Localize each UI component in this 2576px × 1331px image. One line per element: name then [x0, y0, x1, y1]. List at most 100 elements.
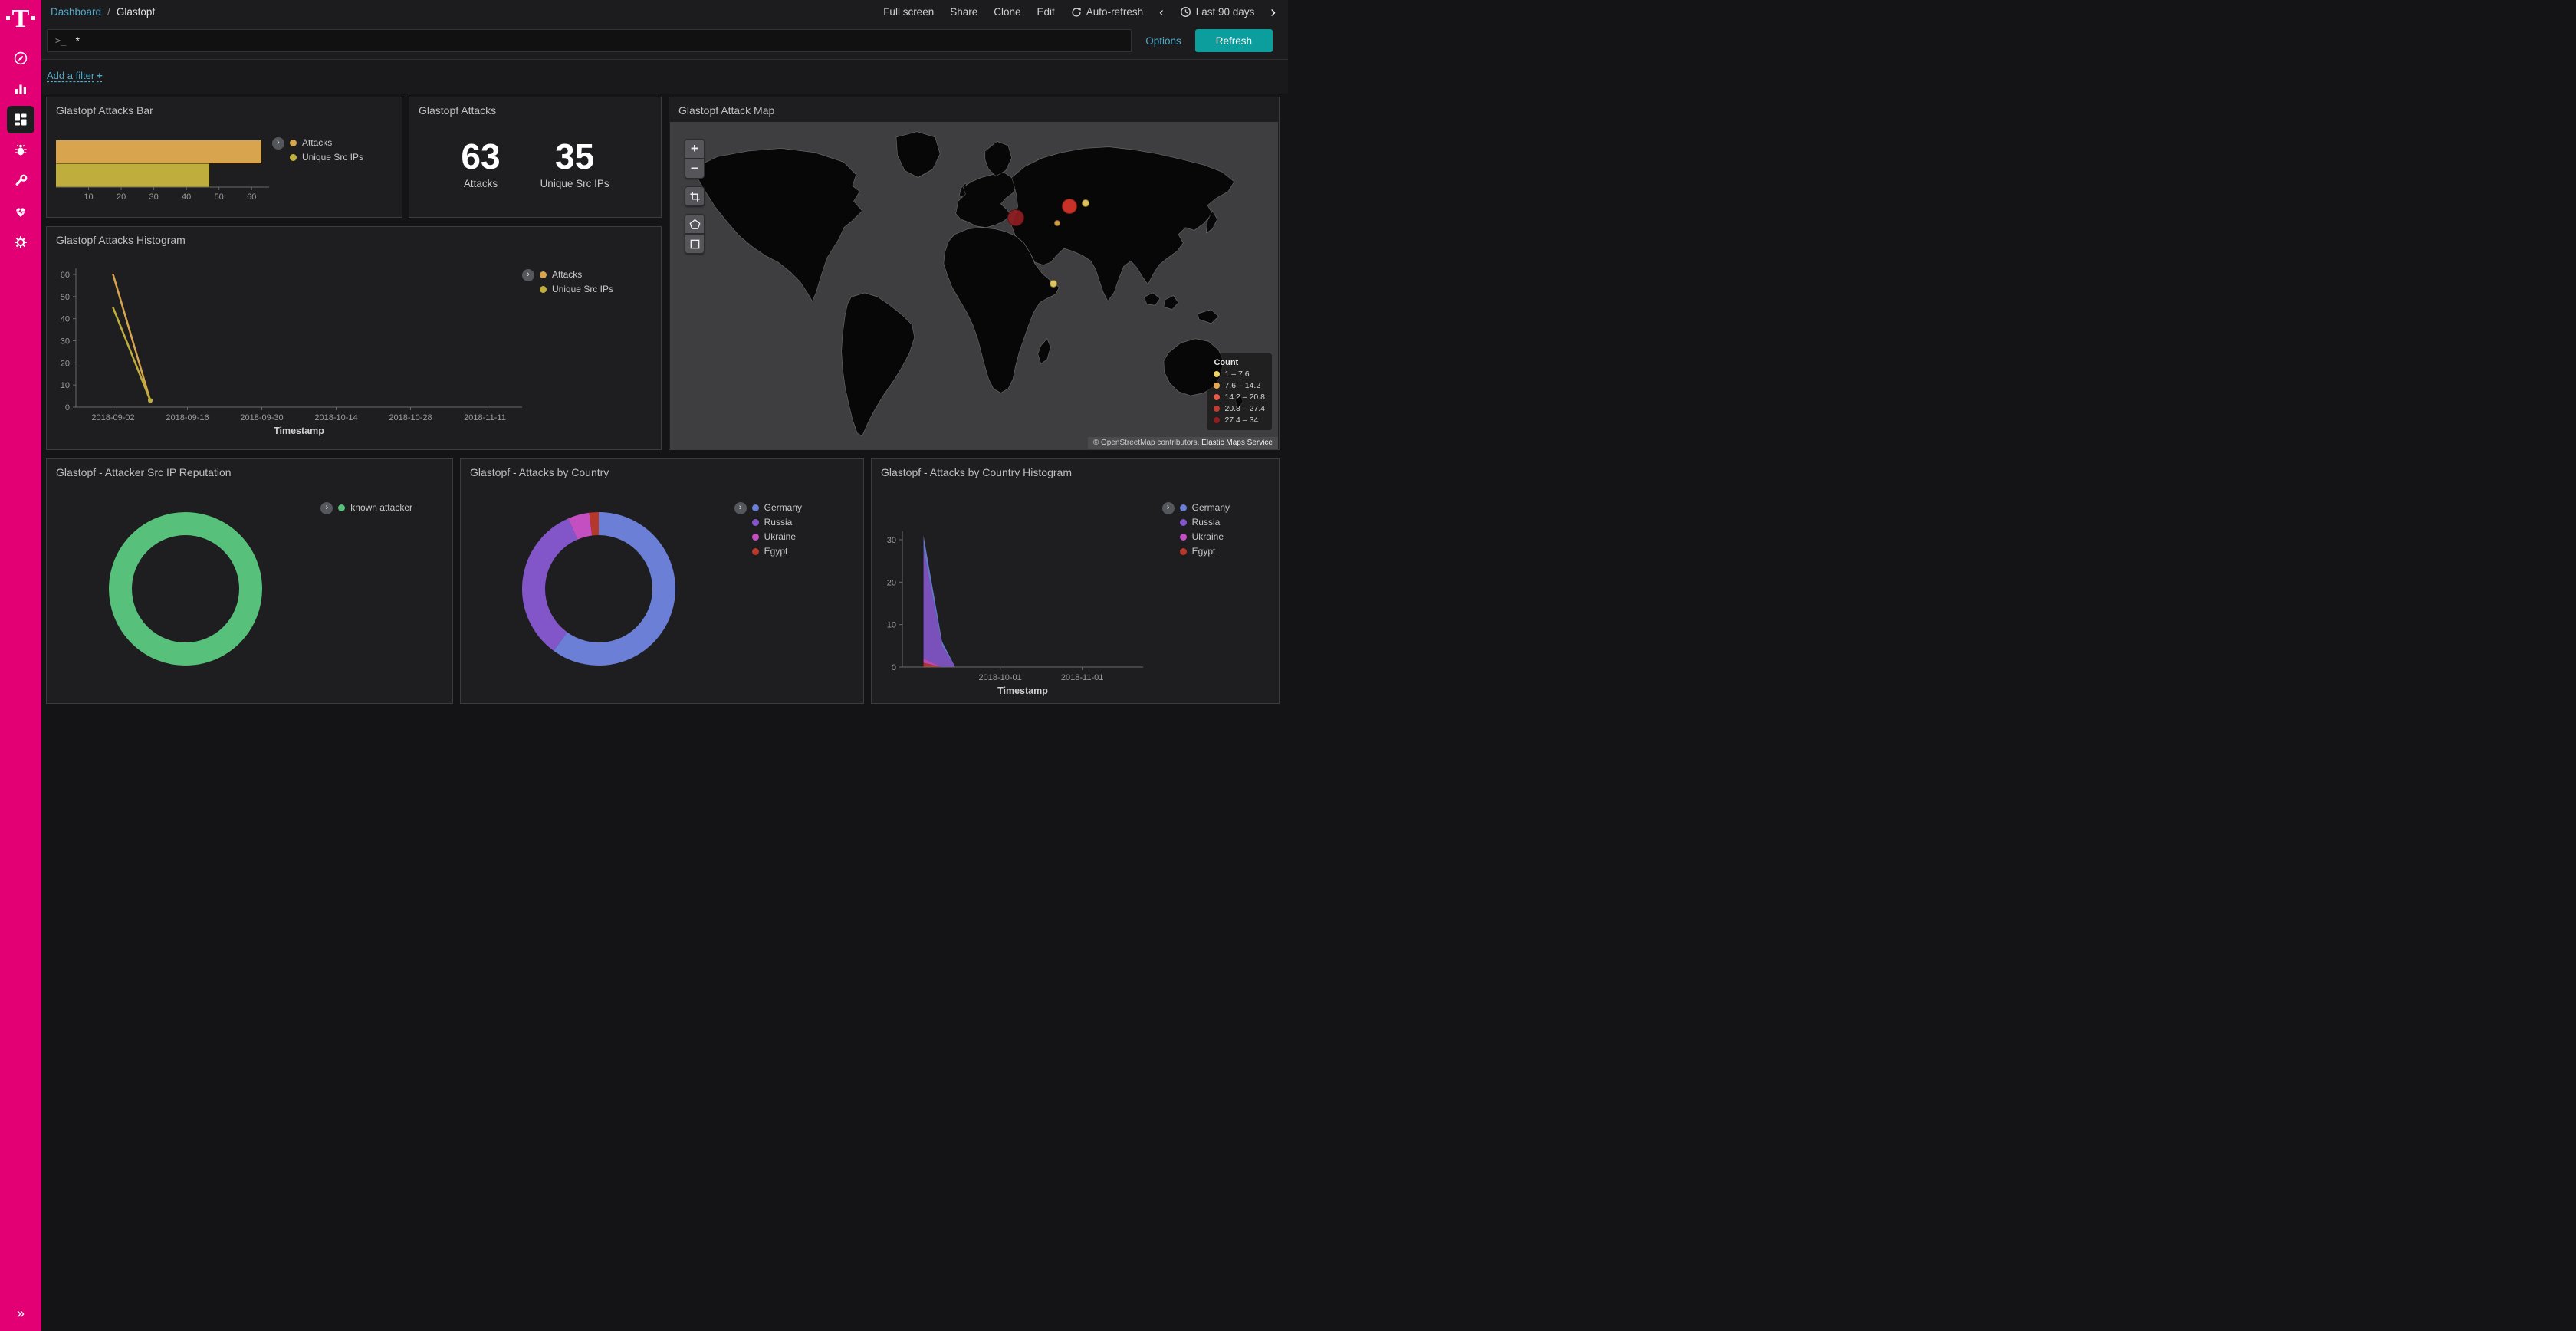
- logo-dot-right: [31, 16, 35, 20]
- map-legend-row: 14.2 – 20.8: [1214, 393, 1265, 402]
- svg-text:20: 20: [117, 192, 126, 202]
- terminal-prompt-icon: >_: [55, 35, 66, 46]
- svg-text:10: 10: [887, 621, 896, 630]
- app-sidebar: T: [0, 0, 41, 1331]
- legend: › Germany Russia Ukraine Egypt: [1162, 502, 1230, 557]
- legend-label: Ukraine: [1192, 531, 1224, 542]
- sidebar-item-honeypot[interactable]: [7, 136, 34, 164]
- clone-button[interactable]: Clone: [994, 6, 1020, 18]
- elastic-maps-service-text: Elastic Maps Service: [1199, 439, 1273, 447]
- options-link[interactable]: Options: [1145, 35, 1181, 47]
- top-nav: Dashboard / Glastopf Full screen Share C…: [41, 0, 1288, 24]
- filter-bar: Add a filter+: [41, 60, 1288, 94]
- world-map[interactable]: + − Count: [670, 122, 1278, 449]
- legend-label: Egypt: [764, 546, 788, 557]
- map-legend-dot: [1214, 371, 1220, 377]
- breadcrumb-separator: /: [107, 6, 110, 18]
- panel-attacks-metric: Glastopf Attacks 63 Attacks 35 Unique Sr…: [409, 97, 662, 218]
- svg-text:Timestamp: Timestamp: [274, 426, 324, 436]
- legend-items: known attacker: [338, 502, 412, 513]
- legend-item[interactable]: Ukraine: [752, 531, 802, 542]
- search-query-input[interactable]: [74, 34, 1123, 48]
- zoom-in-button[interactable]: +: [685, 139, 705, 159]
- legend-item[interactable]: Russia: [752, 517, 802, 527]
- attack-location-marker: [1062, 199, 1077, 214]
- sidebar-item-dev-tools[interactable]: [7, 167, 34, 195]
- main-area: Dashboard / Glastopf Full screen Share C…: [41, 0, 1288, 666]
- metric-unique-src-ips: 35 Unique Src IPs: [540, 139, 610, 189]
- legend: › known attacker: [320, 502, 412, 514]
- legend-item[interactable]: Ukraine: [1180, 531, 1230, 542]
- sidebar-item-monitoring[interactable]: [7, 198, 34, 225]
- metric-value: 35: [540, 139, 610, 174]
- map-legend-title: Count: [1214, 358, 1265, 367]
- legend-item[interactable]: Unique Src IPs: [540, 284, 613, 294]
- bar-chart-icon: [13, 81, 28, 97]
- legend-color-dot: [1180, 504, 1187, 511]
- svg-text:30: 30: [61, 337, 70, 347]
- legend-color-dot: [752, 548, 759, 555]
- add-filter-link[interactable]: Add a filter+: [47, 70, 103, 81]
- legend-toggle-icon[interactable]: ›: [320, 502, 333, 514]
- draw-rectangle-button[interactable]: [685, 234, 705, 254]
- svg-text:30: 30: [887, 536, 896, 545]
- panel-country-histogram: Glastopf - Attacks by Country Histogram …: [871, 458, 1280, 704]
- legend-color-dot: [752, 534, 759, 541]
- legend-toggle-icon[interactable]: ›: [522, 269, 534, 281]
- panel-title: Glastopf Attack Map: [669, 97, 1279, 120]
- legend-label: Attacks: [552, 269, 582, 280]
- legend-item[interactable]: Germany: [752, 502, 802, 513]
- map-legend-dot: [1214, 406, 1220, 412]
- refresh-button[interactable]: Refresh: [1195, 29, 1273, 52]
- legend: › Attacks Unique Src IPs: [522, 269, 613, 294]
- zoom-out-button[interactable]: −: [685, 159, 705, 179]
- legend: › Germany Russia Ukraine Egypt: [734, 502, 802, 557]
- legend-item[interactable]: known attacker: [338, 502, 412, 513]
- sidebar-item-dashboard[interactable]: [7, 106, 34, 133]
- sidebar-item-management[interactable]: [7, 228, 34, 256]
- share-button[interactable]: Share: [950, 6, 978, 18]
- map-legend-range: 1 – 7.6: [1224, 370, 1249, 379]
- full-screen-button[interactable]: Full screen: [883, 6, 934, 18]
- legend-items: Attacks Unique Src IPs: [540, 269, 613, 294]
- dashboard-icon: [13, 112, 28, 127]
- legend-item[interactable]: Attacks: [290, 137, 363, 148]
- time-range-picker[interactable]: Last 90 days: [1180, 6, 1255, 18]
- legend-color-dot: [752, 504, 759, 511]
- bug-icon: [13, 143, 28, 158]
- legend-item[interactable]: Egypt: [752, 546, 802, 557]
- legend-label: Attacks: [302, 137, 332, 148]
- telekom-logo[interactable]: T: [6, 6, 36, 32]
- metric-value: 63: [461, 139, 500, 174]
- legend-toggle-icon[interactable]: ›: [272, 137, 284, 150]
- sidebar-item-visualize[interactable]: [7, 75, 34, 103]
- osm-link[interactable]: © OpenStreetMap: [1093, 439, 1155, 447]
- svg-text:0: 0: [65, 403, 70, 412]
- svg-text:40: 40: [182, 192, 191, 202]
- legend-item[interactable]: Egypt: [1180, 546, 1230, 557]
- legend: › Attacks Unique Src IPs: [272, 137, 363, 163]
- fit-bounds-button[interactable]: [685, 186, 705, 206]
- draw-polygon-button[interactable]: [685, 214, 705, 234]
- auto-refresh-button[interactable]: Auto-refresh: [1071, 6, 1143, 18]
- time-forward-chevron[interactable]: ›: [1270, 5, 1276, 20]
- legend-item[interactable]: Russia: [1180, 517, 1230, 527]
- svg-text:2018-11-11: 2018-11-11: [464, 413, 506, 422]
- legend-color-dot: [1180, 519, 1187, 526]
- legend-item[interactable]: Attacks: [540, 269, 613, 280]
- metric-label: Attacks: [461, 178, 500, 189]
- sidebar-item-discover[interactable]: [7, 44, 34, 72]
- sidebar-expand-chevron-icon[interactable]: »: [17, 1306, 25, 1322]
- legend-toggle-icon[interactable]: ›: [734, 502, 747, 514]
- nav-actions: Full screen Share Clone Edit Auto-refres…: [883, 5, 1276, 20]
- legend-item[interactable]: Unique Src IPs: [290, 152, 363, 163]
- map-legend-dot: [1214, 383, 1220, 389]
- time-range-label: Last 90 days: [1196, 6, 1255, 18]
- legend-toggle-icon[interactable]: ›: [1162, 502, 1175, 514]
- plus-icon: +: [97, 70, 103, 81]
- breadcrumb-dashboard[interactable]: Dashboard: [51, 6, 101, 18]
- panel-attacks-by-country: Glastopf - Attacks by Country ›GermanyRu…: [460, 458, 864, 704]
- time-back-chevron[interactable]: ‹: [1159, 5, 1164, 18]
- legend-item[interactable]: Germany: [1180, 502, 1230, 513]
- edit-button[interactable]: Edit: [1037, 6, 1055, 18]
